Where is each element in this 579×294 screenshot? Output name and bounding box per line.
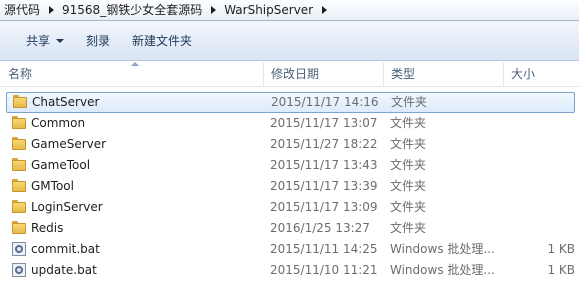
- burn-button[interactable]: 刻录: [76, 29, 120, 53]
- file-type: 文件夹: [391, 95, 428, 109]
- file-date: 2015/11/17 14:16: [271, 95, 379, 109]
- file-name: LoginServer: [31, 200, 103, 214]
- file-date: 2015/11/17 13:09: [270, 200, 378, 214]
- file-type: 文件夹: [390, 116, 427, 130]
- chevron-right-icon[interactable]: [44, 1, 58, 19]
- column-headers: 名称 修改日期 类型 大小: [0, 62, 579, 87]
- file-type: 文件夹: [390, 179, 427, 193]
- file-name: GMTool: [31, 179, 74, 193]
- column-header-name[interactable]: 名称: [0, 62, 262, 86]
- breadcrumb-item-project[interactable]: 91568_钢铁少女全套源码: [58, 1, 206, 19]
- list-item[interactable]: Common 2015/11/17 13:07 文件夹: [0, 113, 579, 134]
- file-name: ChatServer: [32, 95, 100, 109]
- breadcrumb[interactable]: 源代码 91568_钢铁少女全套源码 WarShipServer: [0, 0, 579, 21]
- column-header-size[interactable]: 大小: [503, 62, 579, 86]
- file-date: 2015/11/17 13:39: [270, 179, 378, 193]
- file-name: commit.bat: [31, 242, 100, 256]
- file-date: 2016/1/25 13:27: [270, 221, 370, 235]
- list-item[interactable]: GameTool 2015/11/17 13:43 文件夹: [0, 155, 579, 176]
- file-type: Windows 批处理...: [390, 263, 495, 277]
- list-item[interactable]: GameServer 2015/11/27 18:22 文件夹: [0, 134, 579, 155]
- file-date: 2015/11/17 13:07: [270, 116, 378, 130]
- explorer-window: 源代码 91568_钢铁少女全套源码 WarShipServer 共享 刻录 新…: [0, 0, 579, 294]
- column-header-type[interactable]: 类型: [383, 62, 503, 86]
- file-type: 文件夹: [390, 221, 427, 235]
- list-item[interactable]: Redis 2016/1/25 13:27 文件夹: [0, 218, 579, 239]
- command-toolbar: 共享 刻录 新建文件夹: [0, 21, 579, 61]
- file-type: Windows 批处理...: [390, 242, 495, 256]
- file-name: Redis: [31, 221, 64, 235]
- chevron-right-icon[interactable]: [317, 1, 331, 19]
- breadcrumb-item-source[interactable]: 源代码: [0, 1, 44, 19]
- file-name: GameTool: [31, 158, 91, 172]
- file-type: 文件夹: [390, 137, 427, 151]
- chevron-right-icon[interactable]: [206, 1, 220, 19]
- column-header-date[interactable]: 修改日期: [263, 62, 383, 86]
- share-button[interactable]: 共享: [16, 29, 74, 53]
- file-date: 2015/11/17 13:43: [270, 158, 378, 172]
- file-date: 2015/11/27 18:22: [270, 137, 378, 151]
- list-item[interactable]: LoginServer 2015/11/17 13:09 文件夹: [0, 197, 579, 218]
- new-folder-button[interactable]: 新建文件夹: [122, 29, 202, 53]
- list-item[interactable]: commit.bat 2015/11/11 14:25 Windows 批处理.…: [0, 239, 579, 260]
- file-name: GameServer: [31, 137, 107, 151]
- file-type: 文件夹: [390, 200, 427, 214]
- chevron-down-icon: [56, 38, 65, 43]
- share-button-label: 共享: [26, 34, 51, 48]
- file-type: 文件夹: [390, 158, 427, 172]
- file-date: 2015/11/10 11:21: [270, 263, 378, 277]
- file-name: update.bat: [31, 263, 97, 277]
- file-list: ChatServer 2015/11/17 14:16 文件夹 Common 2…: [0, 92, 579, 281]
- file-date: 2015/11/11 14:25: [270, 242, 378, 256]
- file-size: 1 KB: [547, 263, 575, 277]
- file-name: Common: [31, 116, 86, 130]
- file-size: 1 KB: [547, 242, 575, 256]
- list-item[interactable]: update.bat 2015/11/10 11:21 Windows 批处理.…: [0, 260, 579, 281]
- list-item[interactable]: ChatServer 2015/11/17 14:16 文件夹: [6, 92, 575, 113]
- list-item[interactable]: GMTool 2015/11/17 13:39 文件夹: [0, 176, 579, 197]
- breadcrumb-item-current[interactable]: WarShipServer: [220, 1, 317, 19]
